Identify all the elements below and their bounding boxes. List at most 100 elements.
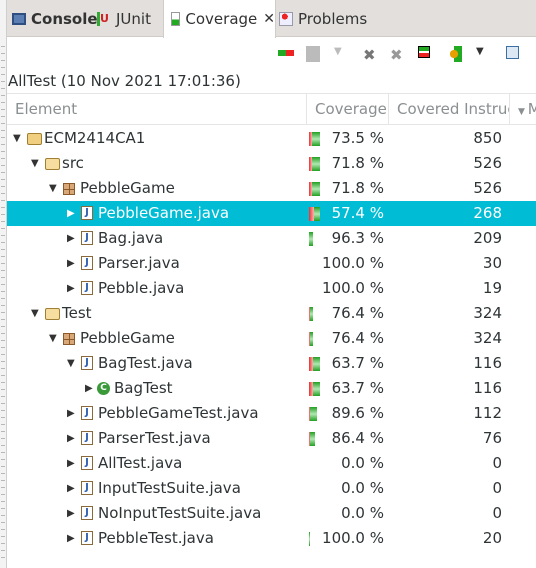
remove-session-icon[interactable]: ✖	[363, 46, 379, 64]
tree-row[interactable]: ▶ J Pebble.java 100.0 % 19	[7, 276, 536, 301]
covered-instructions: 19	[482, 279, 502, 297]
coverage-percent: 71.8 %	[331, 179, 384, 197]
tab-coverage[interactable]: Coverage ✕	[163, 0, 276, 38]
element-name: Parser.java	[98, 254, 180, 272]
element-name: PebbleGame.java	[98, 204, 230, 222]
tab-junit[interactable]: U JUnit	[97, 0, 151, 37]
source-folder-icon	[45, 306, 60, 321]
coverage-percent: 100.0 %	[322, 254, 384, 272]
tree-row[interactable]: ▶ J PebbleGame.java 57.4 % 268	[7, 201, 536, 226]
tree-row[interactable]: ▶ J InputTestSuite.java 0.0 % 0	[7, 476, 536, 501]
remove-all-sessions-icon[interactable]: ✖	[390, 46, 406, 64]
collapse-arrow-right-icon[interactable]: ▶	[67, 451, 75, 476]
covered-instructions: 526	[473, 154, 502, 172]
expand-arrow-down-icon[interactable]: ▼	[49, 326, 57, 351]
tree-row[interactable]: ▶ J AllTest.java 0.0 % 0	[7, 451, 536, 476]
tree-row[interactable]: ▼ J BagTest.java 63.7 % 116	[7, 351, 536, 376]
tree-row[interactable]: ▶ C BagTest 63.7 % 116	[7, 376, 536, 401]
package-icon	[63, 331, 77, 346]
tab-label: Console	[31, 9, 98, 28]
close-icon[interactable]: ✕	[263, 11, 275, 27]
column-missed[interactable]: ▼ Missed	[510, 94, 536, 125]
view-menu-icon[interactable]: ▼	[476, 46, 492, 62]
collapse-arrow-right-icon[interactable]: ▶	[85, 376, 93, 401]
java-file-icon: J	[81, 406, 95, 421]
tree-row[interactable]: ▼ src 71.8 % 526	[7, 151, 536, 176]
covered-instructions: 30	[482, 254, 502, 272]
element-name: PebbleGameTest.java	[98, 404, 259, 422]
expand-arrow-down-icon[interactable]: ▼	[67, 351, 75, 376]
coverage-percent: 63.7 %	[331, 354, 384, 372]
collapse-arrow-right-icon[interactable]: ▶	[67, 426, 75, 451]
element-name: BagTest.java	[98, 354, 193, 372]
tree-row[interactable]: ▶ J ParserTest.java 86.4 % 76	[7, 426, 536, 451]
tree-row[interactable]: ▶ J PebbleTest.java 100.0 % 20	[7, 526, 536, 551]
covered-instructions: 116	[473, 379, 502, 397]
element-name: BagTest	[114, 379, 173, 397]
coverage-percent: 0.0 %	[341, 504, 384, 522]
problems-icon	[279, 11, 293, 26]
java-file-icon: J	[81, 206, 95, 221]
tree-row[interactable]: ▶ J PebbleGameTest.java 89.6 % 112	[7, 401, 536, 426]
coverage-icon	[171, 12, 181, 26]
collapse-arrow-right-icon[interactable]: ▶	[67, 276, 75, 301]
tree-row[interactable]: ▶ J NoInputTestSuite.java 0.0 % 0	[7, 501, 536, 526]
java-file-icon: J	[81, 481, 95, 496]
covered-instructions: 324	[473, 304, 502, 322]
expand-arrow-down-icon[interactable]: ▼	[31, 151, 39, 176]
expand-arrow-down-icon[interactable]: ▼	[49, 176, 57, 201]
java-file-icon: J	[81, 431, 95, 446]
package-icon	[63, 181, 77, 196]
covered-instructions: 324	[473, 329, 502, 347]
tab-problems[interactable]: Problems	[279, 0, 367, 37]
coverage-percent: 73.5 %	[331, 129, 384, 147]
element-name: Bag.java	[98, 229, 164, 247]
source-folder-icon	[45, 156, 60, 171]
collapse-arrow-right-icon[interactable]: ▶	[67, 251, 75, 276]
coverage-percent: 76.4 %	[331, 304, 384, 322]
tree-row[interactable]: ▼ PebbleGame 76.4 % 324	[7, 326, 536, 351]
collapse-arrow-right-icon[interactable]: ▶	[67, 201, 75, 226]
dropdown-icon[interactable]: ▼	[334, 46, 350, 62]
element-name: ParserTest.java	[98, 429, 211, 447]
covered-instructions: 850	[473, 129, 502, 147]
collapse-arrow-right-icon[interactable]: ▶	[67, 501, 75, 526]
merge-sessions-icon[interactable]	[306, 46, 320, 62]
collapse-arrow-right-icon[interactable]: ▶	[67, 226, 75, 251]
covered-instructions: 0	[492, 504, 502, 522]
tree-row[interactable]: ▶ J Parser.java 100.0 % 30	[7, 251, 536, 276]
element-name: ECM2414CA1	[44, 129, 146, 147]
element-name: src	[62, 154, 84, 172]
java-file-icon: J	[81, 506, 95, 521]
collapse-all-icon[interactable]	[506, 46, 519, 59]
tree-row[interactable]: ▼ Test 76.4 % 324	[7, 301, 536, 326]
column-coverage[interactable]: Coverage	[307, 94, 389, 125]
coverage-percent: 63.7 %	[331, 379, 384, 397]
tree-row[interactable]: ▼ PebbleGame 71.8 % 526	[7, 176, 536, 201]
link-icon[interactable]	[278, 50, 294, 56]
covered-instructions: 0	[492, 479, 502, 497]
column-element[interactable]: Element	[7, 94, 307, 125]
junit-icon: U	[97, 11, 111, 26]
sort-descending-icon: ▼	[518, 107, 528, 117]
collapse-arrow-right-icon[interactable]: ▶	[67, 401, 75, 426]
coverage-percent: 57.4 %	[331, 204, 384, 222]
tab-console[interactable]: Console	[12, 0, 98, 37]
element-name: PebbleGame	[80, 179, 175, 197]
java-file-icon: J	[81, 256, 95, 271]
expand-arrow-down-icon[interactable]: ▼	[13, 126, 21, 151]
column-covered-instructions[interactable]: Covered Instruct	[389, 94, 510, 125]
tree-row[interactable]: ▶ J Bag.java 96.3 % 209	[7, 226, 536, 251]
coverage-percent: 0.0 %	[341, 479, 384, 497]
view-tab-bar: Console U JUnit Coverage ✕ Problems	[7, 0, 536, 38]
collapse-arrow-right-icon[interactable]: ▶	[67, 476, 75, 501]
coverage-run-icon[interactable]	[446, 46, 462, 62]
tree-row[interactable]: ▼ ECM2414CA1 73.5 % 850	[7, 126, 536, 151]
dump-execution-data-icon[interactable]	[418, 46, 430, 58]
expand-arrow-down-icon[interactable]: ▼	[31, 301, 39, 326]
tab-label: JUnit	[116, 9, 151, 28]
tab-label: Problems	[298, 9, 368, 28]
collapse-arrow-right-icon[interactable]: ▶	[67, 526, 75, 551]
element-name: NoInputTestSuite.java	[98, 504, 262, 522]
covered-instructions: 112	[473, 404, 502, 422]
